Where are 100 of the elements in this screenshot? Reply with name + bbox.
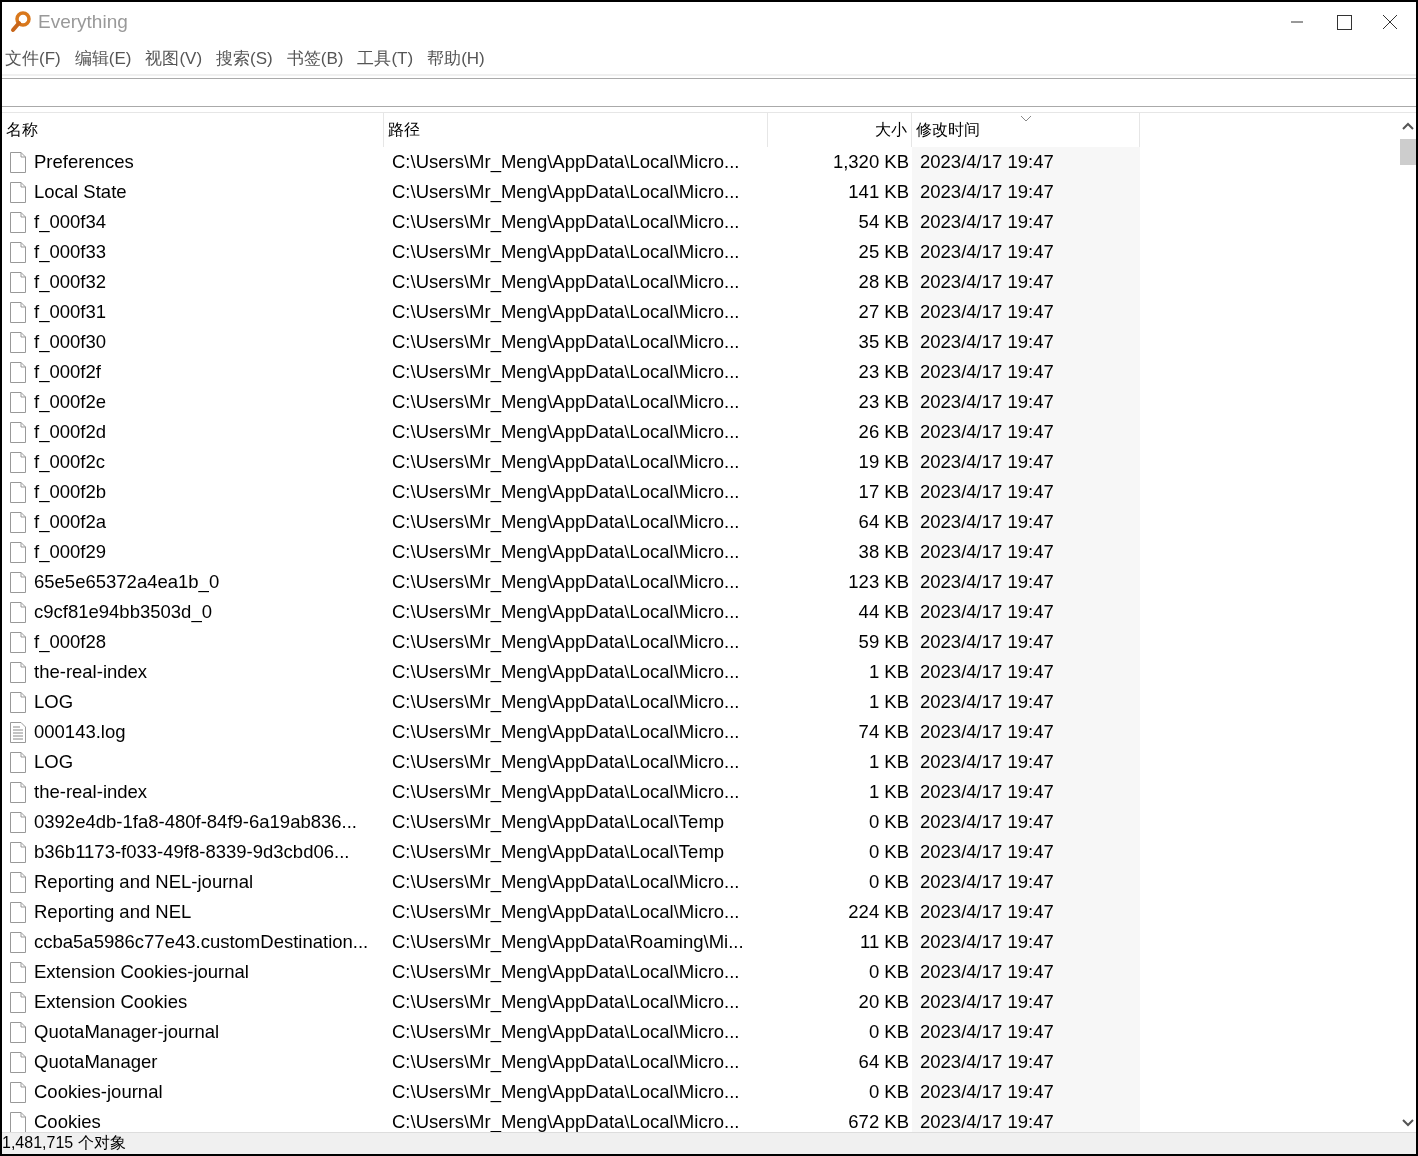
table-cell-text: 44 KB	[857, 600, 910, 624]
table-cell-text: C:\Users\Mr_Meng\AppData\Local\Micro...	[391, 420, 741, 445]
menu-item[interactable]: 视图(V)	[145, 46, 203, 70]
table-cell-text: 123 KB	[847, 570, 910, 594]
file-icon	[10, 991, 26, 1013]
column-header[interactable]: 路径	[384, 113, 768, 147]
table-cell-text: 23 KB	[857, 390, 910, 414]
file-name: 65e5e65372a4ea1b_0	[34, 571, 220, 593]
file-name: the-real-index	[34, 781, 148, 803]
menu-item[interactable]: 编辑(E)	[74, 46, 132, 70]
window-title: Everything	[38, 11, 128, 33]
table-cell-text: C:\Users\Mr_Meng\AppData\Roaming\Mi...	[391, 930, 745, 955]
magnifier-logo-icon	[10, 11, 32, 33]
file-name: the-real-index	[34, 661, 148, 683]
file-name: Extension Cookies-journal	[34, 961, 249, 983]
table-cell-text: 19 KB	[857, 450, 910, 474]
table-cell: 2023/4/17 19:47	[912, 507, 1140, 537]
table-cell-text: C:\Users\Mr_Meng\AppData\Local\Micro...	[391, 330, 741, 355]
search-field[interactable]	[2, 78, 1416, 107]
scrollbar-thumb[interactable]	[1400, 139, 1416, 165]
table-cell-text: C:\Users\Mr_Meng\AppData\Local\Micro...	[391, 660, 741, 685]
file-name: f_000f2f	[34, 361, 101, 383]
table-cell: 2023/4/17 19:47	[912, 987, 1140, 1017]
table-cell: 2023/4/17 19:47	[912, 147, 1140, 177]
table-cell: 2023/4/17 19:47	[912, 387, 1140, 417]
file-icon	[10, 391, 26, 413]
table-cell-text: 64 KB	[857, 1050, 910, 1074]
file-icon	[10, 871, 26, 893]
table-cell-text: C:\Users\Mr_Meng\AppData\Local\Micro...	[391, 510, 741, 535]
table-cell: 2023/4/17 19:47	[912, 597, 1140, 627]
table-cell: 2023/4/17 19:47	[912, 657, 1140, 687]
file-name: ccba5a5986c77e43.customDestination...	[34, 931, 369, 953]
table-cell: 2023/4/17 19:47	[912, 717, 1140, 747]
table-cell-text: 54 KB	[857, 210, 910, 234]
file-name: LOG	[34, 691, 74, 713]
status-text: 1,481,715 个对象	[2, 1133, 126, 1153]
table-cell-text: 27 KB	[857, 300, 910, 324]
menu-item[interactable]: 文件(F)	[5, 46, 61, 70]
file-name: b36b1173-f033-49f8-8339-9d3cbd06...	[34, 841, 350, 863]
table-cell-text: 64 KB	[857, 510, 910, 534]
table-cell-text: C:\Users\Mr_Meng\AppData\Local\Micro...	[391, 750, 741, 775]
file-name: Reporting and NEL	[34, 901, 192, 923]
file-name: Local State	[34, 181, 127, 203]
table-cell: 2023/4/17 19:47	[912, 207, 1140, 237]
table-cell: 2023/4/17 19:47	[912, 747, 1140, 777]
file-name: Preferences	[34, 151, 134, 173]
table-cell: 2023/4/17 19:47	[912, 687, 1140, 717]
column-header[interactable]: 大小	[768, 113, 912, 147]
file-icon	[10, 841, 26, 863]
sort-chevron-icon	[1020, 115, 1032, 122]
file-icon	[10, 271, 26, 293]
table-cell-text: 20 KB	[857, 990, 910, 1014]
scroll-down-icon[interactable]	[1401, 1118, 1415, 1128]
table-cell-text: C:\Users\Mr_Meng\AppData\Local\Micro...	[391, 690, 741, 715]
table-cell-text: C:\Users\Mr_Meng\AppData\Local\Temp	[391, 810, 726, 835]
table-cell-text: C:\Users\Mr_Meng\AppData\Local\Micro...	[391, 960, 741, 985]
table-cell: 2023/4/17 19:47	[912, 417, 1140, 447]
table-cell-text: 25 KB	[857, 240, 910, 264]
table-cell: 2023/4/17 19:47	[912, 777, 1140, 807]
table-cell-text: 0 KB	[867, 870, 910, 894]
menu-item[interactable]: 工具(T)	[357, 46, 414, 70]
file-name: f_000f2a	[34, 511, 106, 533]
table-cell-text: C:\Users\Mr_Meng\AppData\Local\Micro...	[391, 390, 741, 415]
file-icon	[10, 541, 26, 563]
menu-item[interactable]: 帮助(H)	[427, 46, 485, 70]
table-cell-text: 28 KB	[857, 270, 910, 294]
table-cell-text: 0 KB	[867, 810, 910, 834]
table-cell-text: C:\Users\Mr_Meng\AppData\Local\Micro...	[391, 1110, 741, 1132]
table-cell: 2023/4/17 19:47	[912, 1047, 1140, 1077]
file-name: c9cf81e94bb3503d_0	[34, 601, 212, 623]
table-cell: 2023/4/17 19:47	[912, 177, 1140, 207]
table-cell-text: C:\Users\Mr_Meng\AppData\Local\Micro...	[391, 450, 741, 475]
file-name: LOG	[34, 751, 74, 773]
table-cell-text: C:\Users\Mr_Meng\AppData\Local\Micro...	[391, 480, 741, 505]
table-cell-text: 141 KB	[847, 180, 910, 204]
table-cell-text: C:\Users\Mr_Meng\AppData\Local\Micro...	[391, 570, 741, 595]
menu-item[interactable]: 书签(B)	[286, 46, 344, 70]
menu-item[interactable]: 搜索(S)	[216, 46, 273, 70]
file-name: Extension Cookies	[34, 991, 188, 1013]
table-cell: 2023/4/17 19:47	[912, 477, 1140, 507]
table-cell-text: 38 KB	[857, 540, 910, 564]
table-cell-text: 59 KB	[857, 630, 910, 654]
scroll-up-icon[interactable]	[1401, 121, 1415, 131]
file-name: 0392e4db-1fa8-480f-84f9-6a19ab836...	[34, 811, 357, 833]
file-name: f_000f30	[34, 331, 106, 353]
file-icon	[10, 421, 26, 443]
file-icon	[10, 601, 26, 623]
table-cell-text: C:\Users\Mr_Meng\AppData\Local\Micro...	[391, 210, 741, 235]
file-icon	[10, 481, 26, 503]
table-cell-text: C:\Users\Mr_Meng\AppData\Local\Micro...	[391, 360, 741, 385]
file-icon	[10, 151, 26, 173]
table-cell-text: C:\Users\Mr_Meng\AppData\Local\Micro...	[391, 720, 741, 745]
file-name: f_000f33	[34, 241, 106, 263]
file-icon	[10, 1021, 26, 1043]
table-cell: 2023/4/17 19:47	[912, 237, 1140, 267]
file-icon	[10, 361, 26, 383]
column-header[interactable]: 名称	[2, 113, 384, 147]
table-cell-text: 1 KB	[867, 660, 910, 684]
file-name: QuotaManager-journal	[34, 1021, 220, 1043]
table-cell-text: 23 KB	[857, 360, 910, 384]
